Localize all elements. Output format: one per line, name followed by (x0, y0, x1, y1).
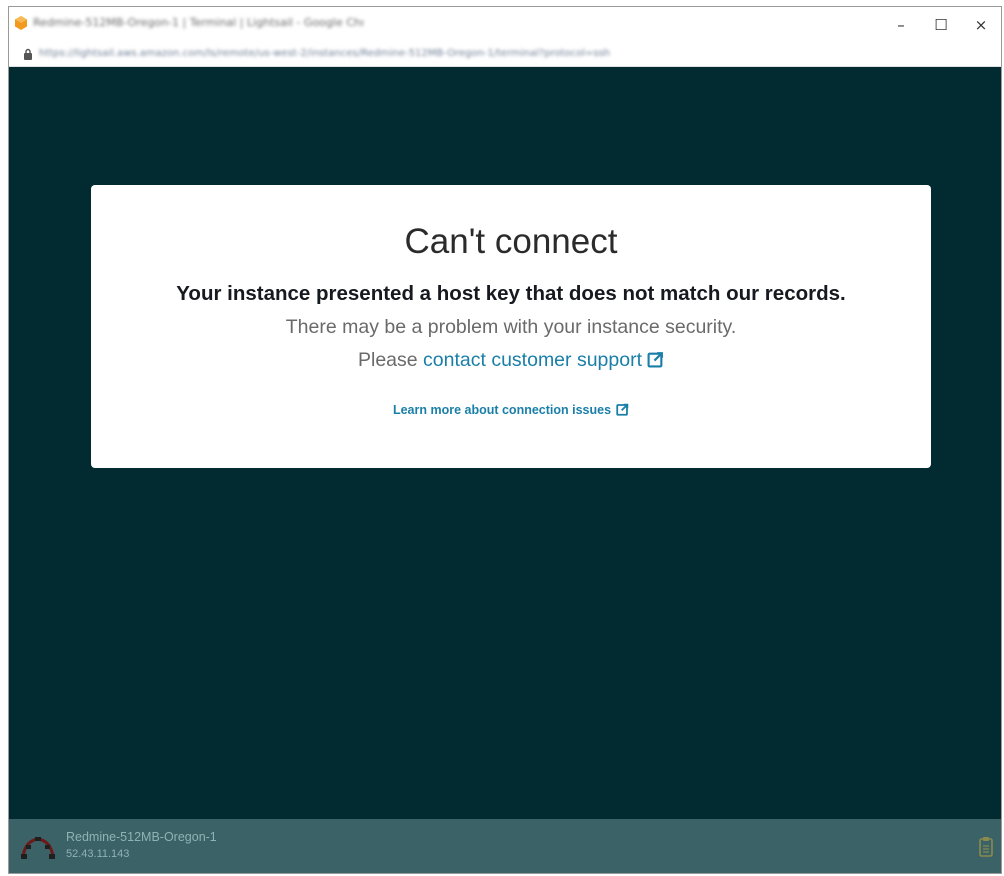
browser-window: Redmine-512MB-Oregon-1 | Terminal | Ligh… (8, 6, 1002, 874)
learn-more-label: Learn more about connection issues (392, 403, 612, 417)
support-line: Please contact customer support (91, 347, 931, 373)
lightsail-icon (15, 16, 27, 30)
external-link-icon (616, 403, 629, 416)
redmine-logo-icon (21, 837, 55, 859)
close-button[interactable]: × (961, 7, 1001, 43)
contact-support-label: contact customer support (423, 349, 642, 371)
title-bar: Redmine-512MB-Oregon-1 | Terminal | Ligh… (9, 7, 1001, 43)
dialog-body: There may be a problem with your instanc… (285, 316, 737, 338)
address-bar[interactable]: https://lightsail.aws.amazon.com/ls/remo… (9, 43, 1001, 67)
learn-more-line: Learn more about connection issues (91, 401, 931, 419)
minimize-button[interactable]: – (881, 7, 921, 43)
support-prefix: Please (358, 349, 418, 371)
dialog-title: Can't connect (404, 222, 618, 261)
address-url[interactable]: https://lightsail.aws.amazon.com/ls/remo… (39, 48, 759, 59)
connection-error-dialog: Can't connect Your instance presented a … (91, 185, 931, 468)
instance-ip: 52.43.11.143 (66, 848, 130, 860)
maximize-button[interactable]: ☐ (921, 7, 961, 43)
instance-name: Redmine-512MB-Oregon-1 (66, 830, 217, 844)
clipboard-icon[interactable] (979, 836, 993, 857)
terminal-area[interactable]: Can't connect Your instance presented a … (9, 67, 1001, 819)
learn-more-link[interactable]: Learn more about connection issues (393, 403, 629, 417)
lock-icon (24, 48, 32, 60)
dialog-headline: Your instance presented a host key that … (176, 282, 846, 305)
status-bar: Redmine-512MB-Oregon-1 52.43.11.143 (9, 819, 1001, 873)
external-link-icon (647, 352, 663, 368)
window-controls: – ☐ × (881, 7, 1001, 43)
contact-support-link[interactable]: contact customer support (423, 349, 664, 371)
window-title: Redmine-512MB-Oregon-1 | Terminal | Ligh… (33, 16, 363, 29)
